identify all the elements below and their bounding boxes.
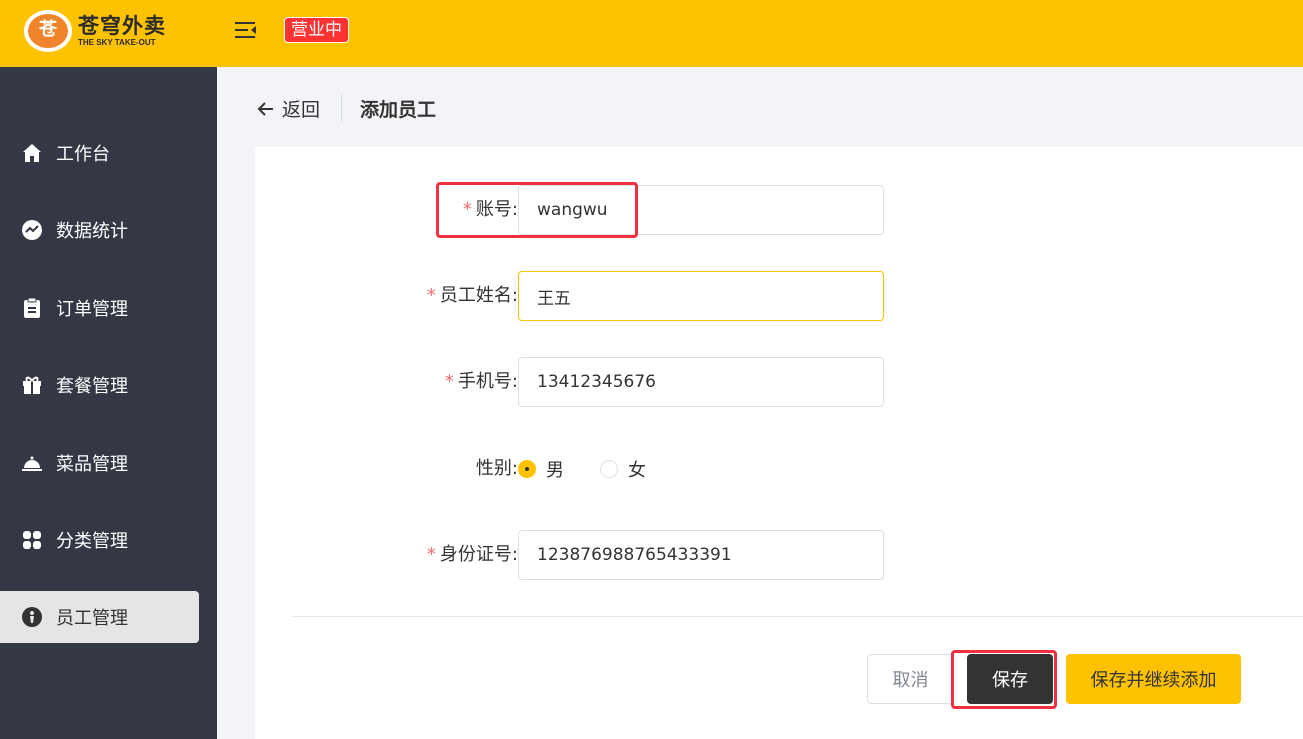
logo-title: 苍穹外卖 xyxy=(78,14,166,38)
sidebar-item-label: 工作台 xyxy=(56,144,110,165)
grid-icon xyxy=(20,528,44,552)
sidebar-item-employees[interactable]: 员工管理 xyxy=(0,591,199,643)
form-divider xyxy=(292,616,1303,617)
phone-input[interactable] xyxy=(518,357,884,407)
gender-label: 性别: xyxy=(475,458,518,479)
account-label: * 账号: xyxy=(462,199,518,220)
chart-icon xyxy=(20,218,44,242)
gender-radio-group: 男 女 xyxy=(518,444,682,494)
employee-form-card: *账号: *员工姓名: *手机号: 性别: 男 女 *身份证号: 取消 保存 保… xyxy=(255,147,1303,739)
clipboard-icon xyxy=(20,296,44,320)
back-button[interactable]: 返回 xyxy=(256,95,320,122)
sidebar-item-label: 数据统计 xyxy=(56,221,128,242)
sidebar: 工作台 数据统计 订单管理 套餐管理 菜品管理 分类管理 员工管理 xyxy=(0,67,217,739)
account-input[interactable] xyxy=(518,185,884,235)
form-row-name: * 员工姓名: xyxy=(255,271,1303,321)
id-number-input[interactable] xyxy=(518,530,884,580)
form-row-account: * 账号: xyxy=(255,185,1303,235)
name-input[interactable] xyxy=(518,271,884,321)
sidebar-item-orders[interactable]: 订单管理 xyxy=(0,282,199,334)
breadcrumb-divider xyxy=(341,94,342,122)
sidebar-item-label: 订单管理 xyxy=(56,299,128,320)
page-title: 添加员工 xyxy=(360,99,437,121)
logo-badge: 苍 xyxy=(24,10,72,52)
save-and-continue-button[interactable]: 保存并继续添加 xyxy=(1066,654,1241,704)
top-header: 苍 苍穹外卖 THE SKY TAKE-OUT 营业中 xyxy=(0,0,1303,67)
form-row-id-number: * 身份证号: xyxy=(255,530,1303,580)
gender-radio-male[interactable]: 男 xyxy=(518,456,564,482)
sidebar-item-label: 菜品管理 xyxy=(56,454,128,475)
sidebar-item-label: 分类管理 xyxy=(56,531,128,552)
id-number-label: * 身份证号: xyxy=(426,544,518,565)
employee-icon xyxy=(20,605,44,629)
home-icon xyxy=(20,141,44,165)
sidebar-item-statistics[interactable]: 数据统计 xyxy=(0,204,199,256)
sidebar-item-dishes[interactable]: 菜品管理 xyxy=(0,437,199,489)
sidebar-item-categories[interactable]: 分类管理 xyxy=(0,514,199,566)
sidebar-item-combos[interactable]: 套餐管理 xyxy=(0,359,199,411)
cancel-button[interactable]: 取消 xyxy=(867,654,954,704)
cloche-icon xyxy=(20,451,44,475)
logo-mark: 苍 xyxy=(39,19,57,40)
sidebar-item-label: 员工管理 xyxy=(56,608,128,629)
radio-checked-icon xyxy=(518,460,536,478)
gift-icon xyxy=(20,373,44,397)
back-label: 返回 xyxy=(282,99,321,121)
logo: 苍 苍穹外卖 THE SKY TAKE-OUT xyxy=(24,10,166,52)
form-row-gender: 性别: 男 女 xyxy=(255,444,1303,494)
status-badge: 营业中 xyxy=(284,17,349,43)
save-button[interactable]: 保存 xyxy=(967,654,1053,704)
gender-radio-female[interactable]: 女 xyxy=(600,456,646,482)
form-row-phone: * 手机号: xyxy=(255,357,1303,407)
phone-label: * 手机号: xyxy=(444,371,518,392)
sidebar-item-label: 套餐管理 xyxy=(56,376,128,397)
menu-fold-icon[interactable] xyxy=(234,19,258,41)
logo-subtitle: THE SKY TAKE-OUT xyxy=(78,38,156,47)
radio-unchecked-icon xyxy=(600,460,618,478)
arrow-left-icon xyxy=(257,101,273,116)
sidebar-item-workbench[interactable]: 工作台 xyxy=(0,127,199,179)
name-label: * 员工姓名: xyxy=(426,285,518,306)
